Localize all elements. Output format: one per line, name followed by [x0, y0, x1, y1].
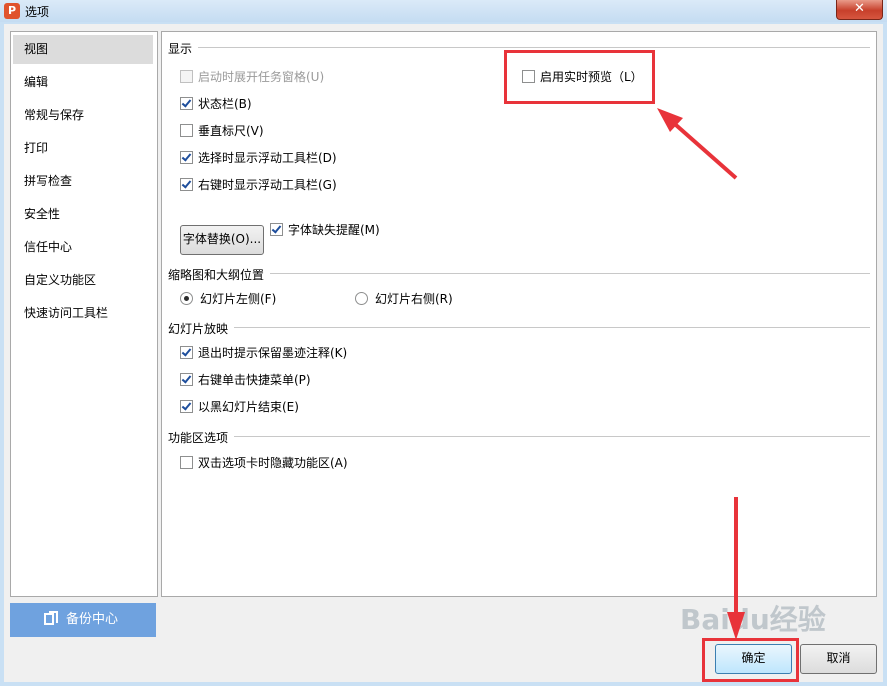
- checkbox-rightclick-toolbar[interactable]: [180, 178, 193, 191]
- app-icon: P: [4, 3, 20, 19]
- section-title-display: 显示: [168, 40, 199, 57]
- sidebar-item-view[interactable]: 视图: [13, 35, 153, 64]
- backup-center-label: 备份中心: [66, 612, 119, 627]
- option-label: 字体缺失提醒(M): [288, 223, 380, 237]
- option-label: 双击选项卡时隐藏功能区(A): [198, 456, 348, 470]
- section-divider: [168, 273, 870, 274]
- sidebar-item-print[interactable]: 打印: [13, 134, 153, 163]
- checkbox-vertical-ruler[interactable]: [180, 124, 193, 137]
- checkbox-font-missing[interactable]: [270, 223, 283, 236]
- section-divider: [168, 436, 870, 437]
- close-button[interactable]: ✕: [836, 0, 883, 20]
- sidebar-item-trust-center[interactable]: 信任中心: [13, 233, 153, 262]
- section-title-thumbnail: 缩略图和大纲位置: [168, 266, 271, 283]
- close-icon: ✕: [854, 1, 865, 16]
- checkbox-hide-ribbon[interactable]: [180, 456, 193, 469]
- sidebar-item-security[interactable]: 安全性: [13, 200, 153, 229]
- sidebar-item-general-save[interactable]: 常规与保存: [13, 101, 153, 130]
- option-label: 右键时显示浮动工具栏(G): [198, 178, 337, 192]
- checkbox-status-bar[interactable]: [180, 97, 193, 110]
- section-divider: [168, 47, 870, 48]
- checkbox-select-toolbar[interactable]: [180, 151, 193, 164]
- font-replace-button[interactable]: 字体替换(O)...: [180, 225, 264, 255]
- section-title-ribbon: 功能区选项: [168, 429, 235, 446]
- options-dialog: 视图 编辑 常规与保存 打印 拼写检查 安全性 信任中心 自定义功能区 快速访问…: [4, 24, 883, 682]
- options-panel: 显示 启动时展开任务窗格(U) 状态栏(B) 垂直标尺(V) 选择时显示浮动工具…: [161, 31, 877, 597]
- sidebar-item-quick-access[interactable]: 快速访问工具栏: [13, 299, 153, 328]
- option-label: 状态栏(B): [198, 97, 252, 111]
- option-label: 幻灯片右侧(R): [375, 292, 453, 306]
- radio-thumbnail-right[interactable]: [355, 292, 368, 305]
- option-label: 垂直标尺(V): [198, 124, 264, 138]
- cancel-button[interactable]: 取消: [800, 644, 877, 674]
- option-label: 启动时展开任务窗格(U): [198, 70, 325, 84]
- option-label: 退出时提示保留墨迹注释(K): [198, 346, 348, 360]
- title-bar: P 选项 ✕: [0, 0, 887, 22]
- option-label: 右键单击快捷菜单(P): [198, 373, 311, 387]
- section-divider: [168, 327, 870, 328]
- watermark: Baidu经验: [680, 603, 826, 636]
- window-title: 选项: [25, 5, 50, 19]
- option-label: 以黑幻灯片结束(E): [198, 400, 299, 414]
- backup-center-button[interactable]: 备份中心: [10, 603, 156, 637]
- radio-thumbnail-left[interactable]: [180, 292, 193, 305]
- option-label: 幻灯片左侧(F): [200, 292, 277, 306]
- checkbox-show-taskpane[interactable]: [180, 70, 193, 83]
- highlight-box-ok: [702, 638, 799, 682]
- checkbox-rightclick-menu[interactable]: [180, 373, 193, 386]
- checkbox-ink-prompt[interactable]: [180, 346, 193, 359]
- section-title-slideshow: 幻灯片放映: [168, 320, 235, 337]
- sidebar: 视图 编辑 常规与保存 打印 拼写检查 安全性 信任中心 自定义功能区 快速访问…: [10, 31, 158, 597]
- checkbox-end-black[interactable]: [180, 400, 193, 413]
- option-label: 选择时显示浮动工具栏(D): [198, 151, 337, 165]
- highlight-box-live-preview: [504, 50, 655, 104]
- backup-icon: [44, 611, 58, 625]
- sidebar-item-customize-ribbon[interactable]: 自定义功能区: [13, 266, 153, 295]
- sidebar-item-spelling[interactable]: 拼写检查: [13, 167, 153, 196]
- sidebar-item-edit[interactable]: 编辑: [13, 68, 153, 97]
